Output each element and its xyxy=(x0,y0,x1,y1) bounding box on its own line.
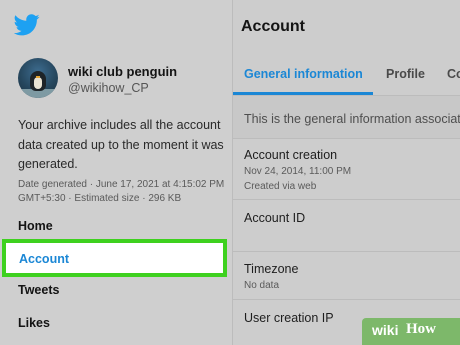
section-intro: This is the general information associat… xyxy=(244,112,460,126)
timezone-title: Timezone xyxy=(244,262,299,276)
tab-profile[interactable]: Profile xyxy=(386,67,425,81)
nav-account-label: Account xyxy=(19,252,69,266)
user-creation-ip-title: User creation IP xyxy=(244,311,334,325)
avatar[interactable] xyxy=(18,58,58,98)
timezone-value: No data xyxy=(244,280,280,291)
nav-account[interactable]: Account xyxy=(2,239,227,277)
nav-home[interactable]: Home xyxy=(18,219,53,233)
tab-general-information[interactable]: General information xyxy=(244,67,363,81)
account-handle: @wikihow_CP xyxy=(68,81,149,95)
penguin-belly xyxy=(34,77,42,89)
nav-tweets[interactable]: Tweets xyxy=(18,283,59,297)
wikihow-watermark: wiki How xyxy=(362,318,460,345)
account-creation-sub: Created via web xyxy=(244,181,317,192)
twitter-bird-icon[interactable] xyxy=(14,14,40,36)
watermark-how: How xyxy=(406,321,436,337)
account-creation-value: Nov 24, 2014, 11:00 PM xyxy=(244,166,352,177)
penguin-beak xyxy=(36,76,40,78)
tab-co[interactable]: Co xyxy=(447,67,460,81)
row-divider xyxy=(233,138,460,139)
sidebar: wiki club penguin @wikihow_CP Your archi… xyxy=(0,0,232,345)
row-divider xyxy=(233,251,460,252)
main-panel: Account General information Profile Co T… xyxy=(233,0,460,345)
row-divider xyxy=(233,199,460,200)
account-creation-title: Account creation xyxy=(244,148,338,162)
account-name: wiki club penguin xyxy=(68,64,178,79)
account-id-title: Account ID xyxy=(244,211,306,225)
page-title: Account xyxy=(241,18,305,35)
watermark-wiki: wiki xyxy=(372,322,399,338)
archive-description: Your archive includes all the account da… xyxy=(18,118,224,171)
nav-likes[interactable]: Likes xyxy=(18,316,50,330)
archive-meta: Date generated · June 17, 2021 at 4:15:0… xyxy=(18,179,225,204)
row-divider xyxy=(233,299,460,300)
